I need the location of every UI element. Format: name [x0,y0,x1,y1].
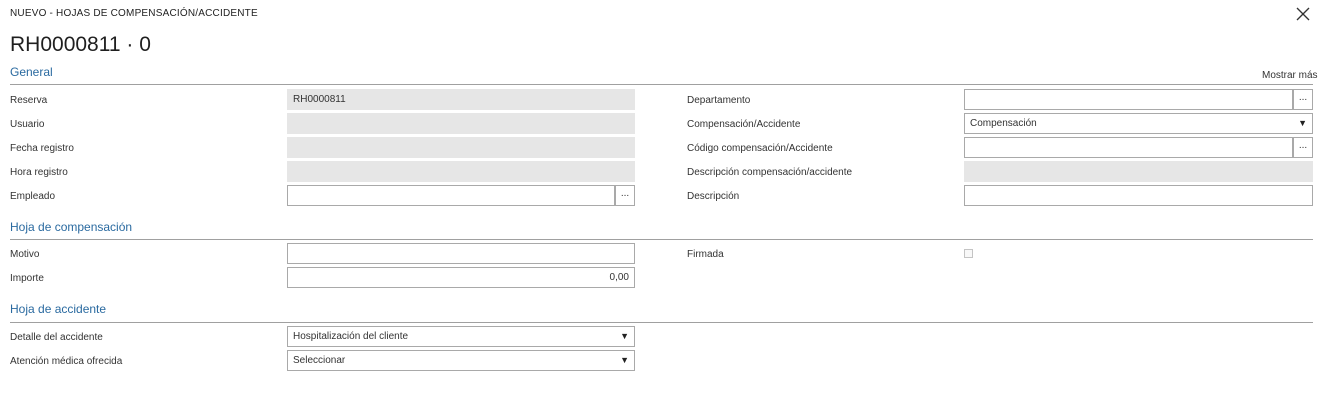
descripcion-compensacion-field [964,161,1313,182]
atencion-medica-select[interactable]: Seleccionar ▼ [287,350,635,371]
label-departamento: Departamento [687,95,751,106]
reserva-field: RH0000811 [287,89,635,110]
chevron-down-icon: ▼ [620,331,629,341]
label-motivo: Motivo [10,249,40,260]
importe-input[interactable]: 0,00 [287,267,635,288]
label-descripcion: Descripción [687,191,740,202]
descripcion-input[interactable] [964,185,1313,206]
chevron-down-icon: ▼ [1298,118,1307,128]
label-detalle-accidente: Detalle del accidente [10,332,103,343]
compensacion-accidente-select[interactable]: Compensación ▼ [964,113,1313,134]
detalle-accidente-value: Hospitalización del cliente [293,331,409,342]
empleado-input[interactable] [287,185,615,206]
codigo-compensacion-lookup-button[interactable]: ... [1293,137,1313,158]
close-icon[interactable] [1294,5,1312,23]
label-compensacion-accidente: Compensación/Accidente [687,119,801,130]
motivo-input[interactable] [287,243,635,264]
compensacion-accidente-value: Compensación [970,118,1037,129]
atencion-medica-value: Seleccionar [293,355,346,366]
label-atencion-medica: Atención médica ofrecida [10,356,123,367]
section-title-compensacion: Hoja de compensación [10,220,133,234]
section-title-general: General [10,65,53,79]
label-hora-registro: Hora registro [10,167,68,178]
hora-registro-field [287,161,635,182]
label-codigo-compensacion: Código compensación/Accidente [687,143,833,154]
label-reserva: Reserva [10,95,48,106]
departamento-lookup-button[interactable]: ... [1293,89,1313,110]
record-title: RH0000811 · 0 [10,33,151,56]
detalle-accidente-select[interactable]: Hospitalización del cliente ▼ [287,326,635,347]
codigo-compensacion-input[interactable] [964,137,1293,158]
window-title: NUEVO - HOJAS DE COMPENSACIÓN/ACCIDENTE [10,8,258,19]
label-descripcion-compensacion: Descripción compensación/accidente [687,167,853,178]
label-empleado: Empleado [10,191,56,202]
chevron-down-icon: ▼ [620,355,629,365]
departamento-input[interactable] [964,89,1293,110]
firmada-checkbox[interactable] [964,249,973,258]
section-divider [10,322,1313,323]
label-fecha-registro: Fecha registro [10,143,74,154]
show-more-link[interactable]: Mostrar más [1262,70,1318,81]
empleado-lookup-button[interactable]: ... [615,185,635,206]
usuario-field [287,113,635,134]
fecha-registro-field [287,137,635,158]
label-usuario: Usuario [10,119,45,130]
section-divider [10,239,1313,240]
label-importe: Importe [10,273,44,284]
section-title-accidente: Hoja de accidente [10,302,107,316]
label-firmada: Firmada [687,249,724,260]
section-divider [10,84,1313,85]
